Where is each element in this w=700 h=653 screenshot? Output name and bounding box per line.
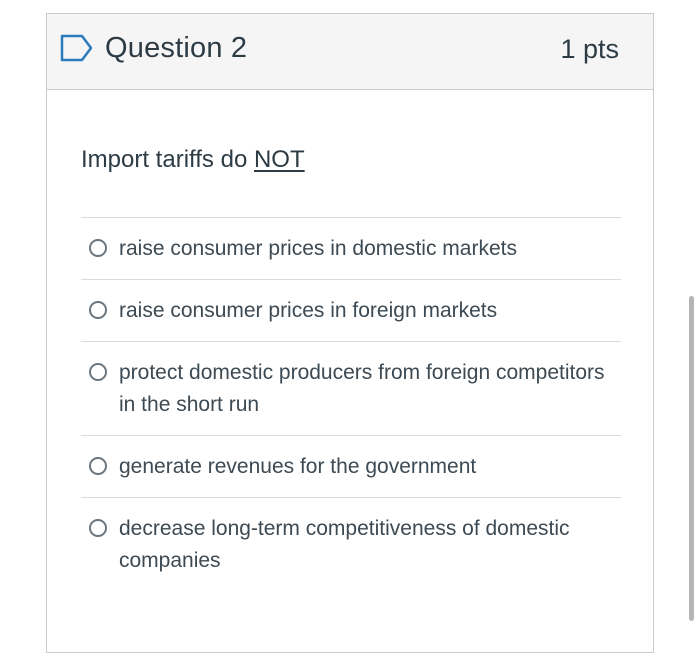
prompt-text: Import tariffs do xyxy=(81,146,254,173)
question-points: 1 pts xyxy=(560,34,619,64)
answer-label: raise consumer prices in foreign markets xyxy=(119,299,498,322)
radio-button-icon[interactable] xyxy=(89,301,107,319)
question-prompt: Import tariffs do NOT xyxy=(81,146,305,174)
question-header: Question 2 1 pts xyxy=(47,14,653,90)
answer-label: generate revenues for the government xyxy=(119,455,477,478)
answer-option[interactable]: decrease long-term competitiveness of do… xyxy=(81,497,621,591)
answer-list: raise consumer prices in domestic market… xyxy=(81,217,621,591)
question-card: Question 2 1 pts Import tariffs do NOT r… xyxy=(46,13,654,653)
radio-button-icon[interactable] xyxy=(89,457,107,475)
radio-button-icon[interactable] xyxy=(89,363,107,381)
answer-option[interactable]: raise consumer prices in foreign markets xyxy=(81,279,621,341)
radio-button-icon[interactable] xyxy=(89,519,107,537)
scrollbar[interactable] xyxy=(689,296,694,621)
prompt-emphasis: NOT xyxy=(253,146,305,173)
answer-label: decrease long-term competitiveness of do… xyxy=(119,517,570,572)
answer-option[interactable]: raise consumer prices in domestic market… xyxy=(81,217,621,279)
answer-option[interactable]: generate revenues for the government xyxy=(81,435,621,497)
flag-icon[interactable] xyxy=(60,34,94,62)
question-title: Question 2 xyxy=(105,32,248,64)
answer-option[interactable]: protect domestic producers from foreign … xyxy=(81,341,621,435)
answer-label: raise consumer prices in domestic market… xyxy=(119,237,517,260)
answer-label: protect domestic producers from foreign … xyxy=(119,361,605,416)
radio-button-icon[interactable] xyxy=(89,239,107,257)
